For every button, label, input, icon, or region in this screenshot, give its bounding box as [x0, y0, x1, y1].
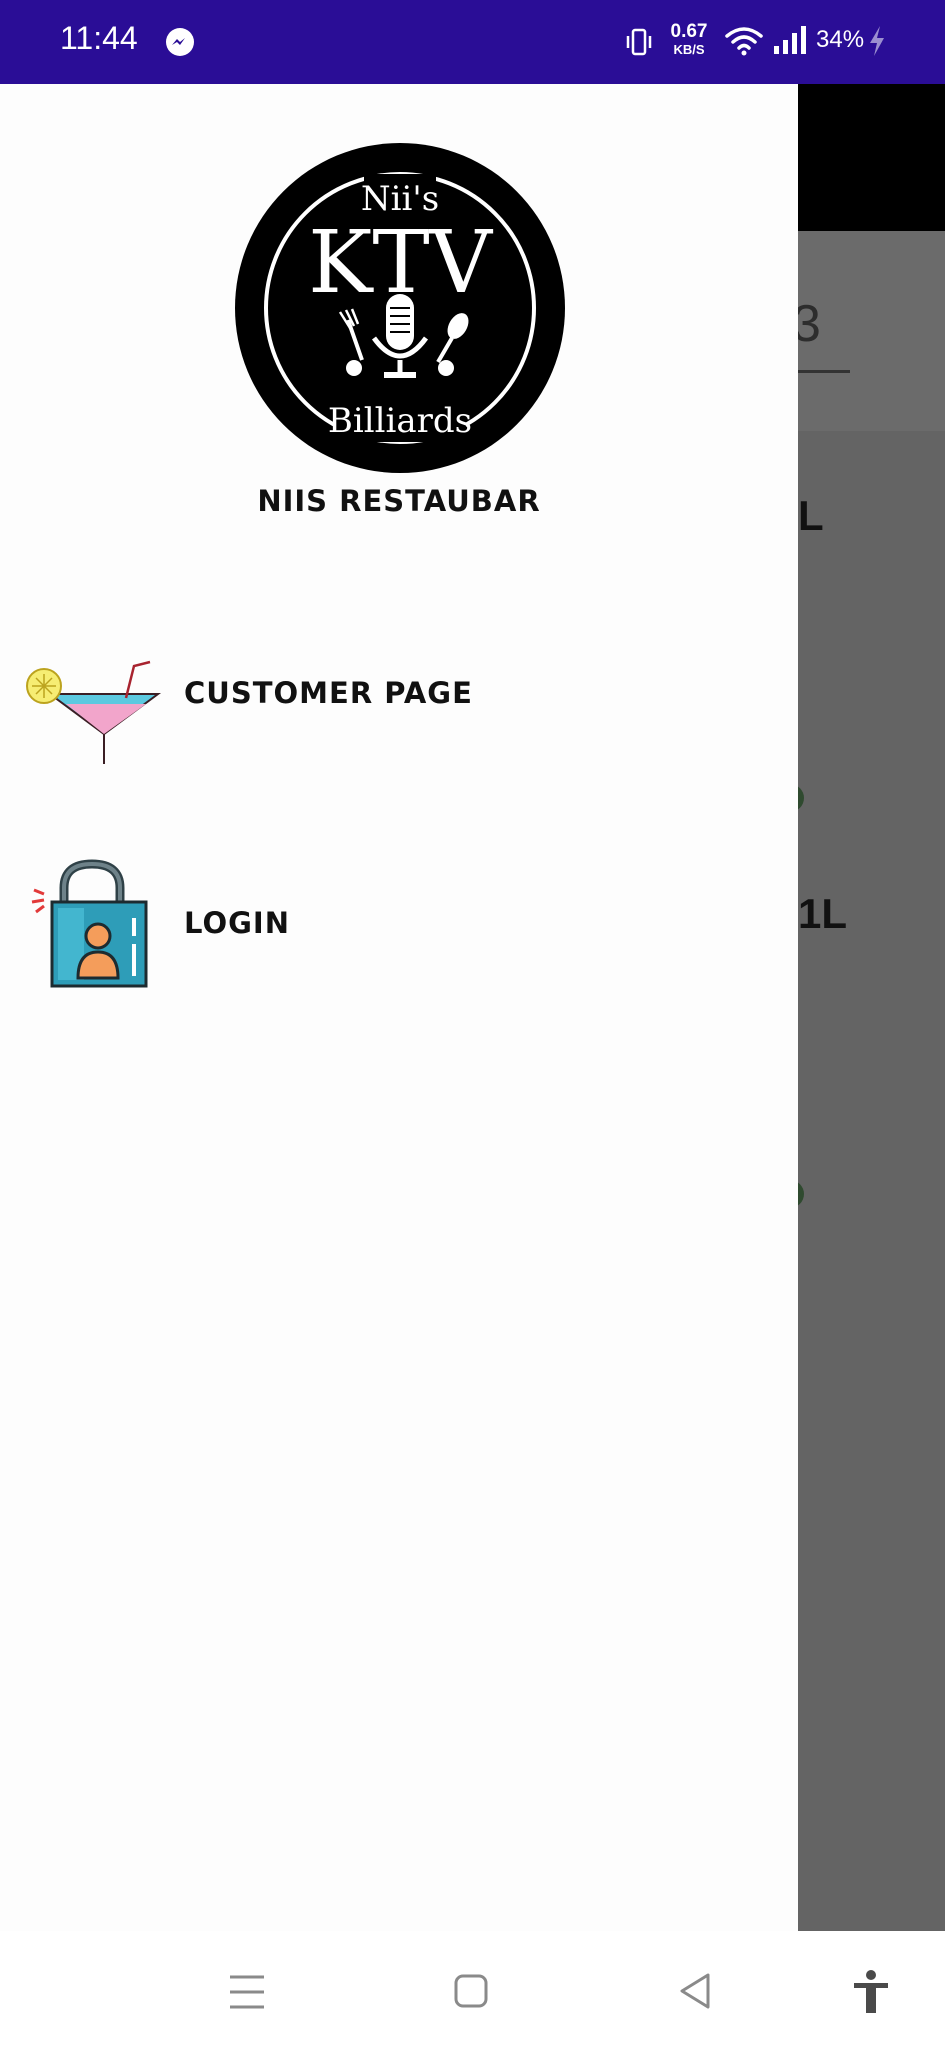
status-bar: 11:44 0.67 KB/S 34% [0, 0, 945, 84]
background-label-2: 1L [798, 890, 848, 937]
padlock-user-icon [31, 859, 148, 988]
ktv-logo: Nii's KTV Billiards [235, 143, 565, 473]
menu-item-customer-page[interactable]: CUSTOMER PAGE [0, 624, 798, 774]
vibrate-icon [626, 28, 652, 56]
back-icon[interactable] [672, 1967, 722, 2017]
battery-percent: 34% [816, 26, 865, 53]
cocktail-icon [26, 660, 162, 764]
background-label-1: L [798, 492, 824, 539]
drawer-title: NIIS RESTAUBAR [257, 484, 541, 518]
network-speed-unit: KB/S [673, 42, 705, 57]
accessibility-icon[interactable] [846, 1967, 896, 2017]
menu-item-login[interactable]: LOGIN [0, 854, 798, 1004]
signal-icon [774, 26, 806, 54]
network-speed-value: 0.67 [670, 21, 708, 42]
wifi-icon [725, 27, 763, 56]
recents-icon[interactable] [222, 1967, 272, 2017]
charging-icon [870, 26, 884, 56]
menu-item-label-customer-page: CUSTOMER PAGE [184, 676, 473, 710]
menu-item-label-login: LOGIN [184, 906, 290, 940]
background-input-underline [790, 370, 850, 373]
home-icon[interactable] [446, 1967, 496, 2017]
messenger-icon [166, 28, 194, 56]
status-time: 11:44 [60, 20, 138, 56]
logo-bottom-text: Billiards [328, 401, 472, 441]
network-speed: 0.67 KB/S [666, 22, 712, 56]
navigation-drawer: Nii's KTV Billiards NIIS RESTAUBAR CUSTO… [0, 84, 798, 1931]
system-navigation-bar [0, 1931, 945, 2048]
